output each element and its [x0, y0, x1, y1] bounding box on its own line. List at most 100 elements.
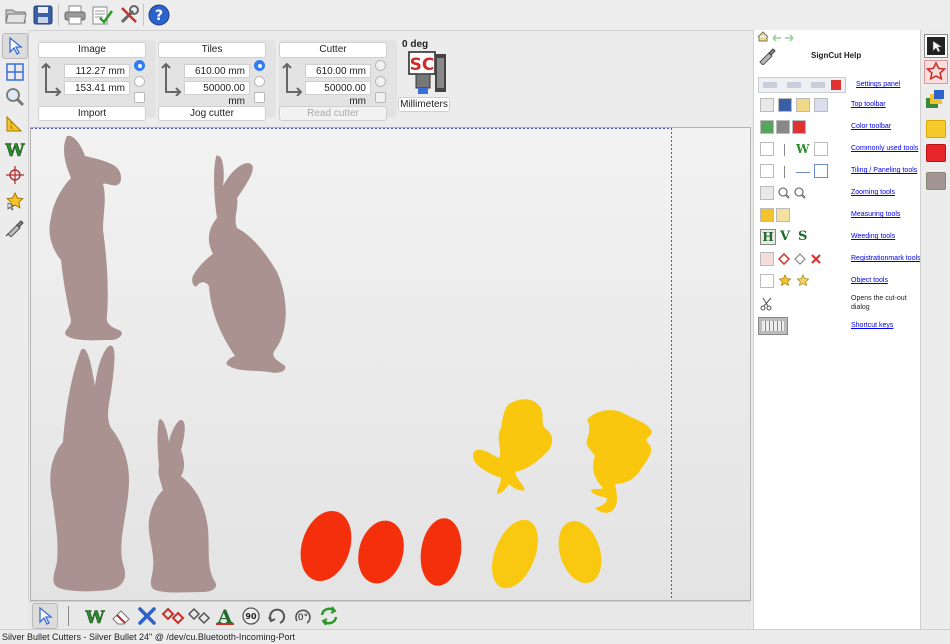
xy-axis-icon	[41, 62, 62, 96]
help-row-tiling-tools: Tiling / Paneling tools	[754, 162, 920, 182]
help-link-tiling-tools[interactable]: Tiling / Paneling tools	[851, 167, 917, 174]
measure-cross-icon	[776, 208, 790, 222]
cutter-y-field[interactable]: 50000.00 mm	[305, 81, 371, 107]
knife-cutter-icon[interactable]	[2, 214, 28, 240]
measure-ruler-icon[interactable]	[2, 110, 28, 136]
weed-icon[interactable]: W	[82, 603, 108, 629]
help-link-measuring-tools[interactable]: Measuring tools	[851, 211, 900, 218]
color-swatch-yellow[interactable]	[926, 120, 946, 138]
read-cutter-button[interactable]: Read cutter	[279, 106, 387, 121]
image-group-title: Image	[38, 42, 146, 58]
save-icon[interactable]	[30, 2, 56, 28]
forward-arrow-icon[interactable]	[784, 33, 794, 45]
help-link-top-toolbar[interactable]: Top toolbar	[851, 101, 886, 108]
select-pointer-icon	[760, 142, 774, 156]
toolbar-divider	[58, 4, 59, 26]
cutter-x-field[interactable]: 610.00 mm	[305, 64, 371, 78]
xy-axis-icon	[282, 62, 303, 96]
select-pointer-icon	[760, 274, 774, 288]
toolbar-divider	[143, 4, 144, 26]
help-link-common-tools[interactable]: Commonly used tools	[851, 145, 918, 152]
toolbar-divider	[68, 606, 69, 626]
regmark-outline-icon[interactable]	[186, 603, 212, 629]
select-pointer-icon[interactable]	[32, 603, 58, 629]
keyboard-icon	[758, 317, 788, 335]
open-folder-icon[interactable]	[3, 2, 29, 28]
help-title: SignCut Help	[811, 51, 862, 60]
open-folder-icon	[760, 98, 774, 112]
text-path-icon[interactable]: A	[212, 603, 238, 629]
toolbar-divider	[784, 144, 785, 156]
delete-x-icon[interactable]	[134, 603, 160, 629]
regmark-diamond-icon	[777, 252, 791, 268]
rotate-tool-icon[interactable]	[264, 603, 290, 629]
home-icon[interactable]	[757, 31, 769, 45]
back-arrow-icon[interactable]	[772, 33, 782, 45]
cutter-radio-1[interactable]	[375, 60, 386, 71]
help-link-object-tools[interactable]: Object tools	[851, 277, 888, 284]
help-link-settings-panel[interactable]: Settings panel	[856, 81, 900, 88]
select-pointer-icon[interactable]	[2, 33, 28, 59]
color-toolbar	[920, 30, 950, 629]
cutter-checkbox[interactable]	[375, 92, 386, 103]
registration-mark-icon[interactable]	[2, 162, 28, 188]
top-toolbar: ?	[0, 0, 950, 31]
import-button[interactable]: Import	[38, 106, 146, 121]
canvas-drawing	[31, 128, 750, 600]
image-checkbox[interactable]	[134, 92, 145, 103]
object-star-icon[interactable]	[2, 188, 28, 214]
image-radio-2[interactable]	[134, 76, 145, 87]
color-swatch-red[interactable]	[926, 144, 946, 162]
select-pointer-icon	[760, 164, 774, 178]
jog-cutter-button[interactable]: Jog cutter	[158, 106, 266, 121]
regmark-diamond-icon[interactable]	[160, 603, 186, 629]
refresh-icon[interactable]	[316, 603, 342, 629]
signcut-logo[interactable]: SC	[408, 50, 448, 98]
image-y-field[interactable]: 153.41 mm	[64, 81, 130, 95]
help-row-zooming-tools: Zooming tools	[754, 184, 920, 204]
color-gray-icon	[776, 120, 790, 134]
cutter-group: Cutter 610.00 mm 50000.00 mm Read cutter	[279, 40, 397, 121]
image-x-field[interactable]: 112.27 mm	[64, 64, 130, 78]
checklist-icon[interactable]	[89, 2, 115, 28]
tools-settings-icon	[814, 98, 828, 112]
star-outline-icon[interactable]	[924, 60, 948, 84]
tiling-grid-icon[interactable]	[2, 59, 28, 85]
cutter-radio-2[interactable]	[375, 76, 386, 87]
select-color-icon[interactable]	[924, 34, 948, 58]
print-icon[interactable]	[62, 2, 88, 28]
help-row-registration-tools: Registrationmark tools	[754, 250, 921, 270]
color-stack-icon[interactable]	[924, 88, 948, 112]
color-red-icon	[792, 120, 806, 134]
left-toolbar: W	[0, 30, 29, 600]
weed-icon[interactable]: W	[2, 136, 28, 162]
rotate-0-icon[interactable]: 0°	[290, 603, 316, 629]
help-link-color-toolbar[interactable]: Color toolbar	[851, 123, 891, 130]
tools-settings-icon[interactable]	[116, 2, 142, 28]
design-canvas[interactable]	[30, 127, 751, 601]
help-link-weeding-tools[interactable]: Weeding tools	[851, 233, 895, 240]
tiles-x-field[interactable]: 610.00 mm	[184, 64, 250, 78]
tiles-radio-1[interactable]	[254, 60, 265, 71]
help-row-shortcut-keys: Shortcut keys	[754, 317, 920, 337]
tiles-radio-2[interactable]	[254, 76, 265, 87]
tiles-checkbox[interactable]	[254, 92, 265, 103]
scissors-icon	[760, 297, 774, 314]
weed-v-icon: V	[780, 229, 791, 244]
registration-mark-icon	[760, 252, 774, 266]
image-radio-1[interactable]	[134, 60, 145, 71]
help-link-zooming-tools[interactable]: Zooming tools	[851, 189, 895, 196]
help-link-shortcut-keys[interactable]: Shortcut keys	[851, 322, 893, 329]
tiles-y-field[interactable]: 50000.00 mm	[184, 81, 250, 107]
help-row-object-tools: Object tools	[754, 272, 920, 292]
zoom-icon[interactable]	[2, 84, 28, 110]
help-icon[interactable]: ?	[146, 2, 172, 28]
rotate-90-icon[interactable]: 90	[238, 603, 264, 629]
units-button[interactable]: Millimeters	[398, 97, 450, 112]
help-link-registration-tools[interactable]: Registrationmark tools	[851, 255, 921, 262]
svg-text:W: W	[4, 141, 25, 159]
settings-panel: Image 112.27 mm 153.41 mm Import Tiles 6…	[30, 32, 750, 122]
color-swatch-mauve[interactable]	[926, 172, 946, 190]
eraser-icon[interactable]	[108, 603, 134, 629]
zoom-in-icon	[778, 187, 790, 202]
